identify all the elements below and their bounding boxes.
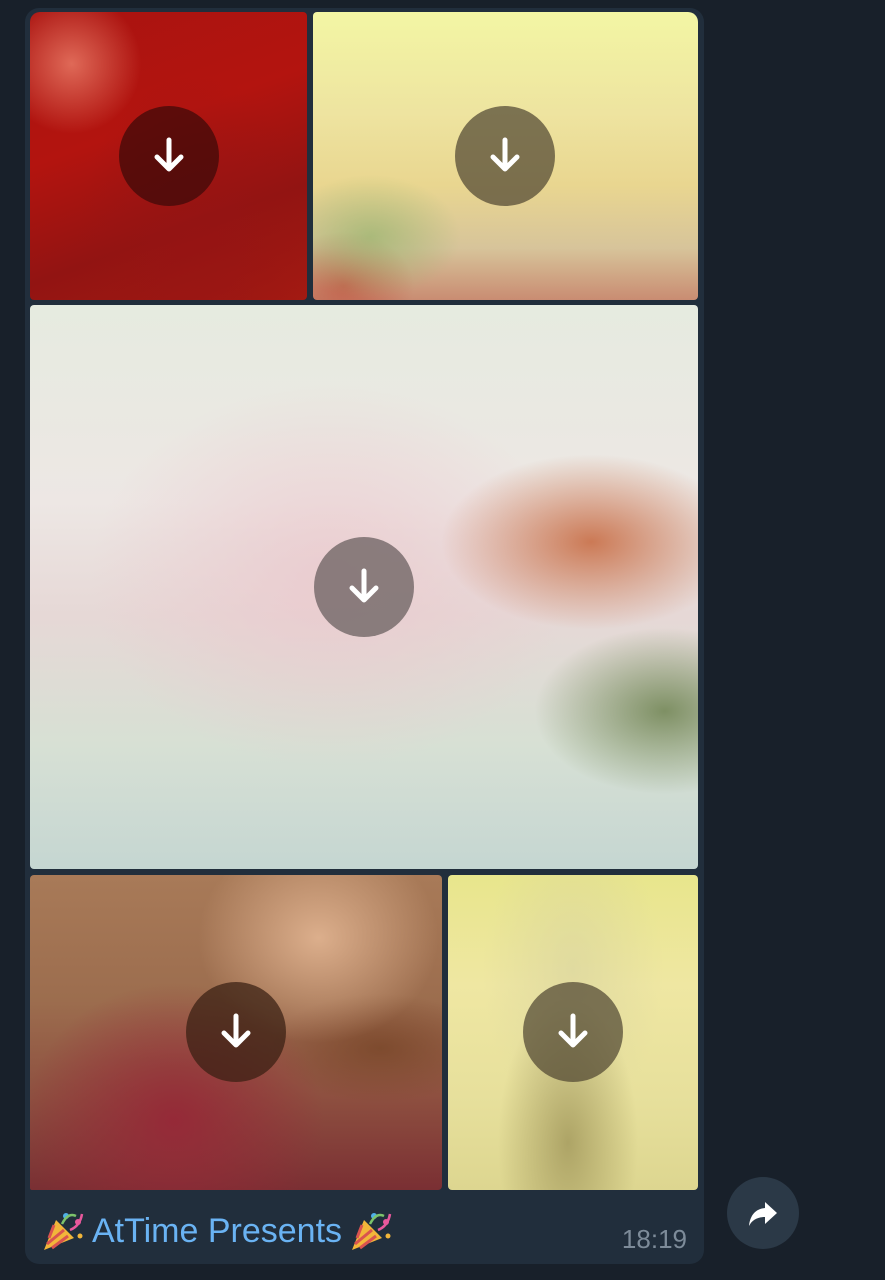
share-button[interactable] [727, 1177, 799, 1249]
chat-screen: AtTime Presents 18:19 [0, 0, 885, 1280]
message-caption: AtTime Presents [40, 1206, 394, 1256]
download-button[interactable] [314, 537, 414, 637]
download-arrow-icon [221, 1013, 251, 1048]
album-photo-1[interactable] [30, 12, 307, 300]
caption-text: AtTime Presents [92, 1211, 343, 1250]
download-button[interactable] [455, 106, 555, 206]
download-button[interactable] [523, 982, 623, 1082]
share-arrow-icon [749, 1202, 777, 1226]
download-arrow-icon [558, 1013, 588, 1048]
party-popper-icon [352, 1213, 392, 1250]
album-photo-2[interactable] [313, 12, 698, 300]
album-photo-3[interactable] [30, 305, 698, 869]
download-arrow-icon [490, 137, 520, 172]
download-arrow-icon [154, 137, 184, 172]
message-time: 18:19 [621, 1224, 687, 1254]
download-arrow-icon [349, 568, 379, 603]
album-photo-5[interactable] [448, 875, 698, 1190]
album-photo-4[interactable] [30, 875, 442, 1190]
party-popper-icon [44, 1213, 84, 1250]
download-button[interactable] [119, 106, 219, 206]
download-button[interactable] [186, 982, 286, 1082]
